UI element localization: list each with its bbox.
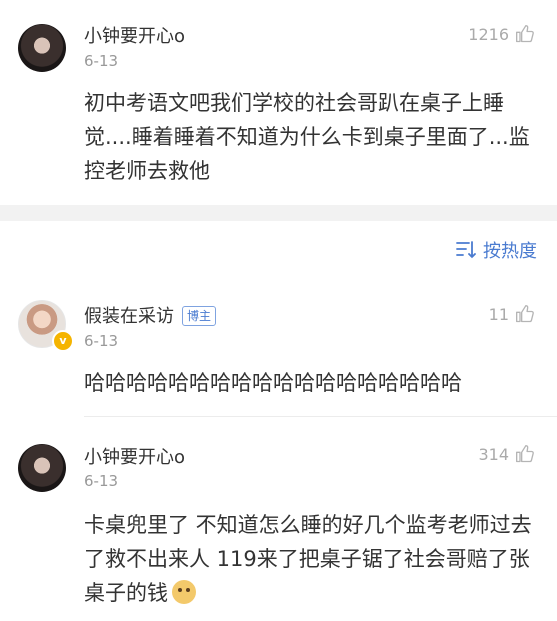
like-button[interactable]: 314 (478, 444, 535, 464)
doge-emoji-icon (172, 580, 196, 604)
like-count: 11 (488, 304, 509, 324)
comment-text: 哈哈哈哈哈哈哈哈哈哈哈哈哈哈哈哈哈哈 (84, 371, 462, 395)
thumbs-up-icon (516, 445, 534, 463)
avatar[interactable] (18, 24, 66, 72)
sort-label: 按热度 (483, 241, 537, 262)
comment-text: 卡桌兜里了 不知道怎么睡的好几个监考老师过去了救不出来人 119来了把桌子锯了社… (84, 513, 532, 605)
comment-divider (84, 416, 557, 417)
author-tag: 博主 (182, 306, 217, 326)
thumbs-up-icon (516, 305, 534, 323)
section-divider (0, 205, 557, 221)
avatar[interactable] (18, 444, 66, 492)
sort-button[interactable]: 按热度 (455, 237, 537, 263)
thumbs-up-icon (516, 25, 534, 43)
comment-date: 6-13 (84, 472, 119, 490)
like-count: 1216 (468, 24, 509, 44)
username-row: 假装在采访 博主 (84, 302, 217, 328)
comment-text: 初中考语文吧我们学校的社会哥趴在桌子上睡觉....睡着睡着不知道为什么卡到桌子里… (84, 91, 530, 183)
comment-date: 6-13 (84, 52, 119, 70)
username[interactable]: 小钟要开心o (84, 22, 185, 48)
sort-icon (456, 241, 476, 259)
like-button[interactable]: 1216 (468, 24, 535, 44)
comment-text-block: 卡桌兜里了 不知道怎么睡的好几个监考老师过去了救不出来人 119来了把桌子锯了社… (84, 508, 534, 610)
verified-badge-icon: v (52, 330, 74, 352)
username[interactable]: 假装在采访 (84, 306, 174, 327)
like-button[interactable]: 11 (489, 304, 535, 324)
like-count: 314 (478, 444, 509, 464)
comment-date: 6-13 (84, 332, 119, 350)
username[interactable]: 小钟要开心o (84, 443, 185, 469)
